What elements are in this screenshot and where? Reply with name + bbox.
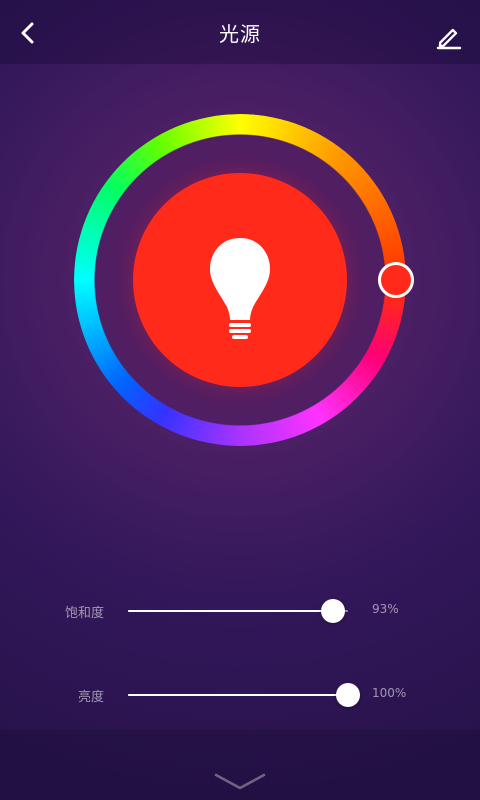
saturation-fill bbox=[128, 610, 333, 612]
brightness-thumb[interactable] bbox=[336, 683, 360, 707]
saturation-label: 饱和度 bbox=[64, 606, 104, 621]
brightness-fill bbox=[128, 694, 348, 696]
page-title: 光源 bbox=[219, 22, 261, 46]
chevron-left-icon[interactable] bbox=[16, 20, 42, 46]
top-bar: 光源 bbox=[0, 0, 480, 64]
saturation-row: 饱和度 93% bbox=[0, 592, 480, 632]
brightness-row: 亮度 100% bbox=[0, 676, 480, 716]
brightness-value: 100% bbox=[372, 686, 407, 700]
saturation-slider[interactable] bbox=[128, 599, 348, 623]
light-bulb-icon bbox=[210, 238, 270, 339]
brightness-label: 亮度 bbox=[77, 690, 104, 705]
saturation-value: 93% bbox=[372, 602, 399, 616]
color-wheel[interactable] bbox=[60, 100, 420, 460]
color-handle[interactable] bbox=[378, 262, 414, 298]
bottom-bar bbox=[0, 730, 480, 800]
chevron-down-icon[interactable] bbox=[211, 770, 269, 792]
saturation-thumb[interactable] bbox=[320, 599, 345, 623]
brightness-slider[interactable] bbox=[128, 683, 360, 707]
pencil-icon[interactable] bbox=[436, 24, 462, 50]
